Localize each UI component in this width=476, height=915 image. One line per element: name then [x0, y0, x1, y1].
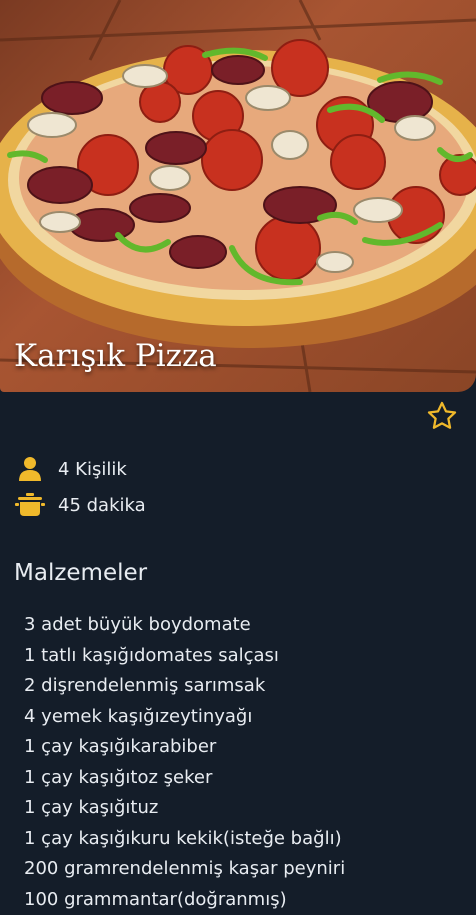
- ingredient-item: 4 yemek kaşığızeytinyağı: [24, 702, 345, 733]
- servings-row: 4 Kişilik: [14, 454, 127, 484]
- ingredients-list: 3 adet büyük boydomate 1 tatlı kaşığıdom…: [24, 610, 345, 915]
- ingredient-item: 3 adet büyük boydomate: [24, 610, 345, 641]
- recipe-hero-image: Karışık Pizza: [0, 0, 476, 392]
- servings-text: 4 Kişilik: [58, 459, 127, 480]
- ingredient-item: 200 gramrendelenmiş kaşar peyniri: [24, 854, 345, 885]
- pizza-photo: [0, 0, 476, 392]
- ingredient-item: 1 çay kaşığıkarabiber: [24, 732, 345, 763]
- duration-text: 45 dakika: [58, 495, 146, 516]
- star-outline-icon: [425, 399, 459, 433]
- person-icon: [14, 454, 46, 484]
- ingredient-item: 1 çay kaşığıkuru kekik(isteğe bağlı): [24, 824, 345, 855]
- cooking-pot-icon: [14, 490, 46, 520]
- duration-row: 45 dakika: [14, 490, 146, 520]
- ingredient-item: 2 dişrendelenmiş sarımsak: [24, 671, 345, 702]
- recipe-title: Karışık Pizza: [14, 338, 217, 374]
- favorite-button[interactable]: [423, 397, 461, 435]
- ingredient-item: 1 çay kaşığıtuz: [24, 793, 345, 824]
- ingredient-item: 1 tatlı kaşığıdomates salçası: [24, 641, 345, 672]
- ingredients-heading: Malzemeler: [14, 560, 147, 586]
- ingredient-item: 1 çay kaşığıtoz şeker: [24, 763, 345, 794]
